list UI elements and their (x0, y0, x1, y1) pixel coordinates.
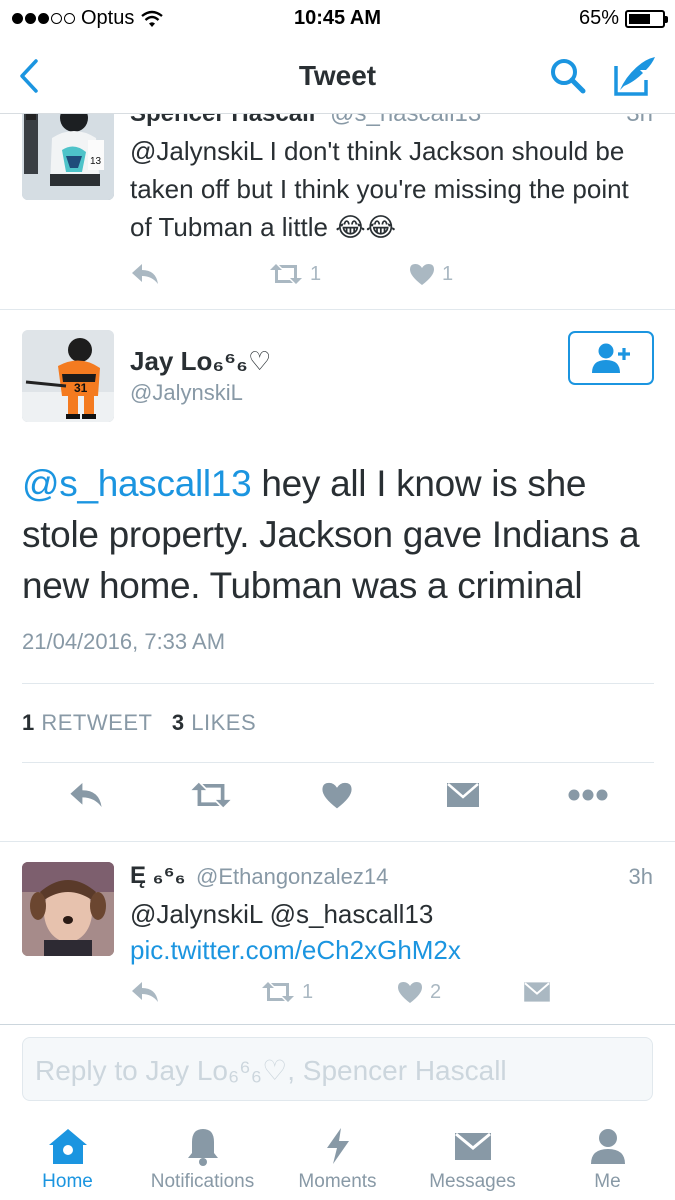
tweet-text: @s_hascall13 hey all I know is she stole… (22, 458, 662, 611)
like-label: LIKES (191, 710, 257, 735)
tab-label: Notifications (150, 1171, 255, 1192)
media-link[interactable]: pic.twitter.com/eCh2xGhM2x (130, 935, 461, 965)
like-stat[interactable]: 3 LIKES (172, 710, 256, 735)
envelope-icon (447, 783, 479, 807)
envelope-icon (524, 982, 550, 1002)
retweet-icon (270, 264, 302, 284)
clock: 10:45 AM (293, 7, 382, 29)
avatar[interactable]: 31 (22, 330, 114, 422)
like-button[interactable]: 1 (408, 262, 453, 286)
retweet-button[interactable]: 1 (268, 262, 321, 286)
svg-text:13: 13 (90, 156, 102, 167)
tab-me[interactable]: Me (540, 1112, 675, 1200)
hockey-player-photo: 13 (22, 114, 114, 200)
search-icon (551, 59, 586, 94)
reply-button[interactable] (130, 980, 160, 1004)
tweet-actions: 1 2 (130, 980, 570, 1008)
svg-text:31: 31 (74, 381, 88, 395)
retweet-stat[interactable]: 1 RETWEET (22, 710, 152, 735)
tweet-text: @JalynskiL I don't think Jackson should … (130, 136, 629, 242)
tweet-header: Spencer Hascall @s_hascall13 (130, 114, 481, 128)
tweet-text: @JalynskiL @s_hascall13 pic.twitter.com/… (130, 896, 660, 968)
chevron-left-icon (20, 59, 38, 93)
retweet-label: RETWEET (41, 710, 153, 735)
reply-composer: Reply to Jay Lo₆⁶₆♡, Spencer Hascall (0, 1024, 675, 1112)
divider (22, 762, 654, 763)
retweet-button[interactable] (189, 780, 233, 815)
profile-photo (22, 862, 114, 956)
bell-icon (187, 1129, 218, 1166)
avatar[interactable] (22, 862, 114, 956)
battery-icon (625, 9, 668, 28)
more-button[interactable] (567, 788, 609, 807)
status-right: 65% (578, 7, 668, 30)
follow-button[interactable] (568, 331, 654, 385)
nav-bar: Tweet (0, 38, 675, 114)
like-count: 2 (430, 980, 442, 1003)
person-icon (590, 1129, 625, 1164)
reply-icon (132, 264, 158, 284)
tab-label: Messages (429, 1171, 516, 1192)
tab-label: Moments (298, 1171, 377, 1192)
tweet-body: @JalynskiL @s_hascall13 (130, 899, 434, 929)
search-button[interactable] (548, 56, 588, 101)
author-name[interactable]: Spencer Hascall (130, 114, 315, 127)
tab-messages[interactable]: Messages (405, 1112, 540, 1200)
heart-icon (398, 982, 422, 1003)
like-count: 3 (171, 710, 185, 735)
compose-icon (614, 57, 655, 96)
tab-bar: Home Notifications Moments Messages Me (0, 1112, 675, 1200)
add-user-icon (592, 343, 630, 373)
author-handle[interactable]: @s_hascall13 (330, 114, 481, 127)
author-name[interactable]: Jay Lo₆⁶₆♡ (130, 346, 271, 377)
tab-label: Me (594, 1171, 621, 1192)
divider (0, 309, 675, 310)
tweet-time: 3h (628, 864, 653, 889)
tweet-date[interactable]: 21/04/2016, 7:33 AM (22, 629, 225, 655)
home-icon (48, 1129, 87, 1164)
more-icon (568, 789, 608, 801)
tab-moments[interactable]: Moments (270, 1112, 405, 1200)
reply-input[interactable]: Reply to Jay Lo₆⁶₆♡, Spencer Hascall (22, 1037, 653, 1101)
direct-message-button[interactable] (522, 980, 552, 1004)
author-handle[interactable]: @JalynskiL (130, 380, 243, 406)
envelope-icon (454, 1132, 491, 1160)
reply-icon (70, 783, 102, 807)
tab-label: Home (42, 1171, 93, 1192)
reply-button[interactable] (68, 780, 104, 815)
retweet-button[interactable]: 1 (260, 980, 313, 1004)
heart-icon (410, 264, 434, 285)
retweet-icon (191, 782, 231, 808)
tweet-time: 3h (626, 114, 653, 128)
status-bar: Optus 10:45 AM 65% (0, 0, 675, 38)
retweet-count: 1 (22, 710, 35, 735)
hockey-player-photo: 31 (22, 330, 114, 422)
reply-icon (132, 982, 158, 1002)
heart-icon (322, 782, 352, 809)
divider (22, 683, 654, 684)
mention-link[interactable]: @s_hascall13 (22, 463, 252, 504)
tab-home[interactable]: Home (0, 1112, 135, 1200)
tweet-actions: 1 1 (130, 262, 530, 290)
author-name[interactable]: Ę ₆⁶₆ (130, 862, 186, 890)
like-button[interactable]: 2 (396, 980, 441, 1004)
avatar[interactable]: 13 (22, 114, 114, 200)
lightning-icon (326, 1128, 349, 1164)
retweet-icon (262, 982, 294, 1002)
like-count: 1 (442, 262, 454, 285)
like-button[interactable] (320, 780, 354, 815)
divider (0, 841, 675, 842)
reply-tweet-spencer[interactable]: 13 Spencer Hascall @s_hascall13 3h @Jaly… (0, 114, 675, 310)
battery-percent: 65% (578, 7, 619, 29)
retweet-count: 1 (310, 262, 322, 285)
compose-button[interactable] (612, 54, 658, 103)
retweet-count: 1 (302, 980, 314, 1003)
tab-notifications[interactable]: Notifications (135, 1112, 270, 1200)
author-handle[interactable]: @Ethangonzalez14 (196, 864, 388, 890)
reply-button[interactable] (130, 262, 160, 286)
tweet-stats: 1 RETWEET 3 LIKES (22, 710, 256, 736)
back-button[interactable] (18, 58, 40, 99)
tweet-actions (0, 780, 675, 820)
direct-message-button[interactable] (445, 780, 481, 815)
